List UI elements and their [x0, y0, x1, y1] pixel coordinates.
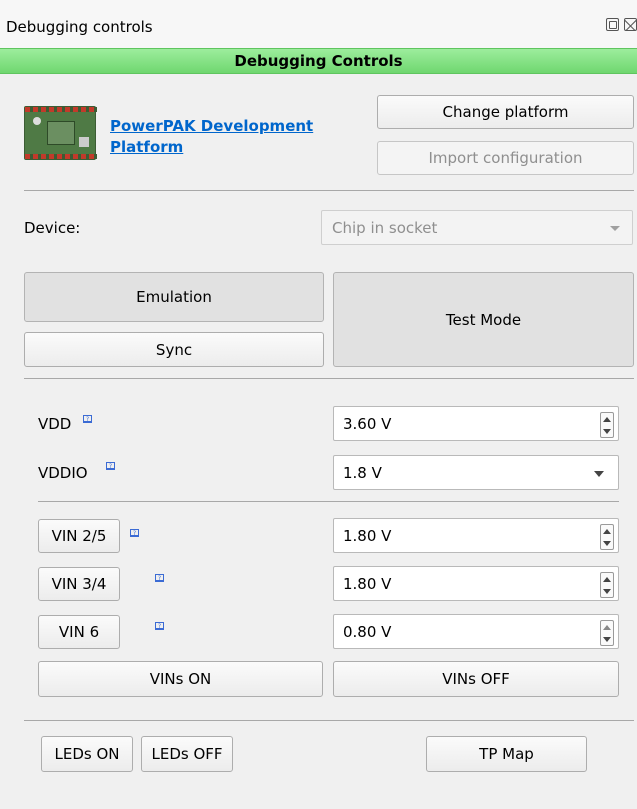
leds-on-button[interactable]: LEDs ON	[41, 736, 133, 772]
leds-off-button[interactable]: LEDs OFF	[141, 736, 233, 772]
vin-6-button[interactable]: VIN 6	[38, 615, 120, 649]
spin-up-icon[interactable]	[603, 624, 611, 630]
divider	[24, 378, 634, 379]
spin-up-icon[interactable]	[603, 528, 611, 534]
vin-6-help-icon[interactable]: ?	[155, 622, 164, 630]
emulation-button[interactable]: Emulation	[24, 272, 324, 322]
divider	[24, 720, 634, 721]
vin-3-4-button[interactable]: VIN 3/4	[38, 567, 120, 601]
chevron-down-icon	[594, 471, 604, 477]
vin-3-4-stepper[interactable]	[600, 572, 614, 598]
tp-map-button[interactable]: TP Map	[426, 736, 587, 772]
vin-6-value: 0.80 V	[343, 622, 392, 641]
device-label: Device:	[24, 219, 81, 237]
change-platform-button[interactable]: Change platform	[377, 95, 634, 129]
spin-down-icon[interactable]	[603, 636, 611, 642]
sync-button[interactable]: Sync	[24, 332, 324, 367]
vddio-label: VDDIO	[38, 464, 88, 482]
platform-link-line1[interactable]: PowerPAK Development	[110, 116, 313, 137]
vin-2-5-value: 1.80 V	[343, 526, 392, 545]
divider	[38, 501, 619, 502]
import-configuration-button[interactable]: Import configuration	[377, 141, 634, 175]
vdd-spinbox[interactable]: 3.60 V	[333, 406, 619, 441]
vins-on-button[interactable]: VINs ON	[38, 661, 323, 697]
section-header-title: Debugging Controls	[234, 52, 403, 70]
test-mode-button[interactable]: Test Mode	[333, 272, 634, 367]
vin-6-stepper[interactable]	[600, 620, 614, 646]
vin-2-5-spinbox[interactable]: 1.80 V	[333, 518, 619, 553]
spin-up-icon[interactable]	[603, 416, 611, 422]
vdd-stepper[interactable]	[600, 412, 614, 438]
device-select[interactable]: Chip in socket	[321, 210, 633, 245]
chevron-down-icon	[610, 226, 620, 231]
section-header: Debugging Controls	[0, 48, 637, 74]
vin-3-4-value: 1.80 V	[343, 574, 392, 593]
vin-2-5-help-icon[interactable]: ?	[130, 529, 139, 537]
restore-icon[interactable]	[606, 18, 619, 31]
vddio-value: 1.8 V	[343, 463, 382, 482]
platform-board-image	[24, 106, 97, 160]
panel-title: Debugging controls	[6, 18, 153, 36]
vdd-help-icon[interactable]: ?	[83, 415, 92, 423]
platform-link-line2[interactable]: Platform	[110, 137, 313, 158]
spin-down-icon[interactable]	[603, 588, 611, 594]
device-select-value: Chip in socket	[332, 218, 438, 237]
vins-off-button[interactable]: VINs OFF	[333, 661, 619, 697]
vdd-value: 3.60 V	[343, 414, 392, 433]
spin-up-icon[interactable]	[603, 576, 611, 582]
vin-2-5-stepper[interactable]	[600, 524, 614, 550]
vddio-select[interactable]: 1.8 V	[333, 455, 619, 490]
divider	[24, 190, 634, 191]
spin-down-icon[interactable]	[603, 428, 611, 434]
platform-link[interactable]: PowerPAK Development Platform	[110, 116, 313, 158]
vin-3-4-help-icon[interactable]: ?	[155, 574, 164, 582]
vin-2-5-button[interactable]: VIN 2/5	[38, 519, 120, 553]
close-icon[interactable]	[624, 18, 637, 31]
spin-down-icon[interactable]	[603, 540, 611, 546]
vin-3-4-spinbox[interactable]: 1.80 V	[333, 566, 619, 601]
vddio-help-icon[interactable]: ?	[106, 462, 115, 470]
vin-6-spinbox[interactable]: 0.80 V	[333, 614, 619, 649]
vdd-label: VDD	[38, 415, 72, 433]
